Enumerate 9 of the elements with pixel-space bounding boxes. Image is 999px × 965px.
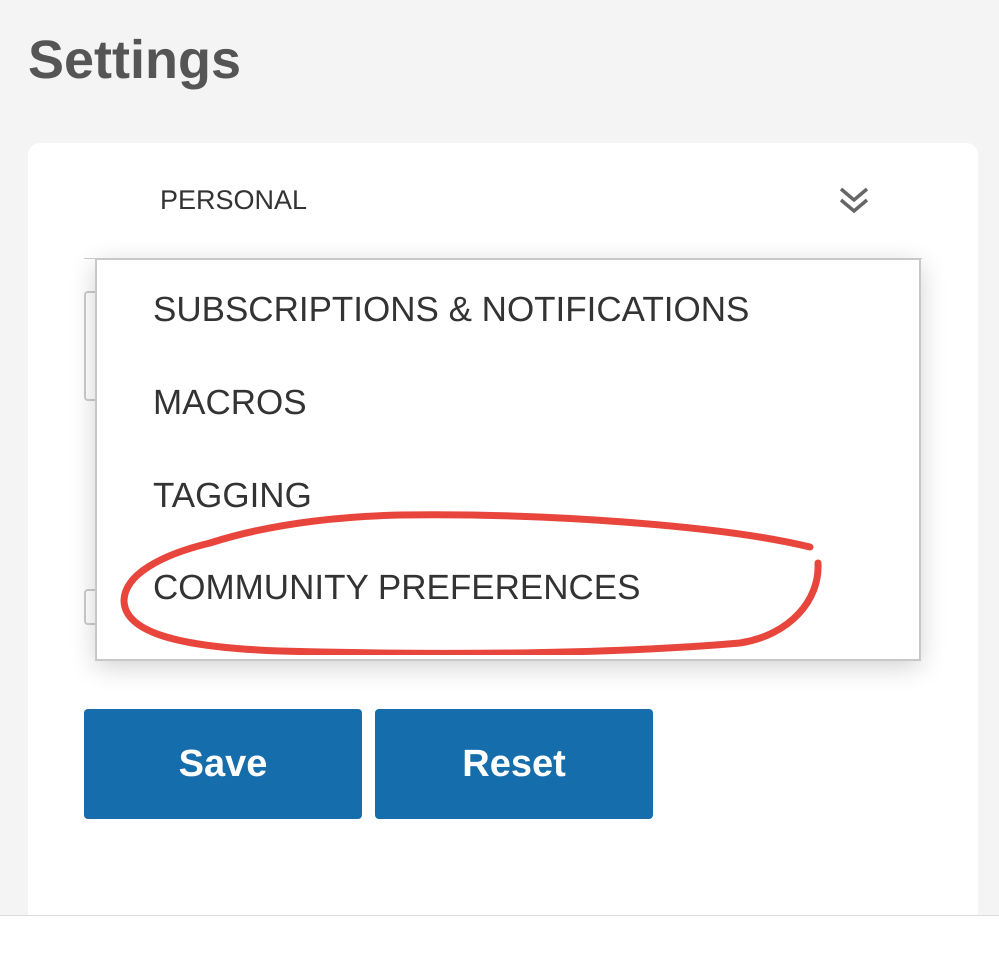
double-chevron-icon[interactable] <box>838 186 870 216</box>
menu-item[interactable]: SUBSCRIPTIONS & NOTIFICATIONS <box>153 288 750 332</box>
action-button[interactable]: Reset <box>375 709 653 819</box>
menu-item[interactable]: COMMUNITY PREFERENCES <box>153 566 640 610</box>
menu-item[interactable]: TAGGING <box>153 474 312 518</box>
menu-item[interactable]: MACROS <box>153 380 307 425</box>
action-button[interactable]: Save <box>84 709 362 819</box>
section-label: PERSONAL <box>160 184 308 218</box>
page-title: Settings <box>28 29 242 92</box>
